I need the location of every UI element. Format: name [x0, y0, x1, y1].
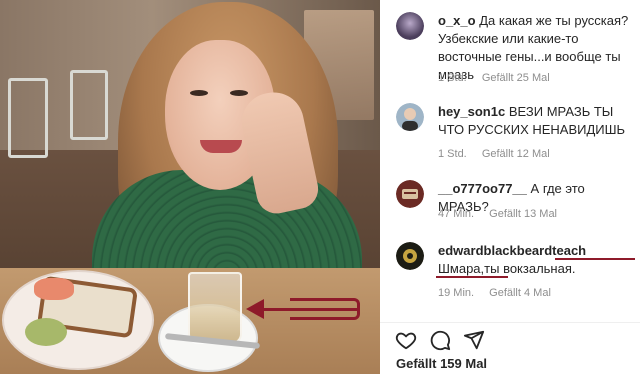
comment-meta: 19 Min. Gefällt 4 Mal [438, 287, 563, 299]
annotation-underline [436, 276, 508, 278]
comment-body: edwardblackbeardteach Шмара,ты вокзальна… [438, 242, 634, 278]
comment-body: hey_son1c ВЕЗИ МРАЗЬ ТЫ ЧТО РУССКИХ НЕНА… [438, 103, 634, 139]
annotation-arrow-line [262, 308, 357, 311]
comment-time[interactable]: 1 Std. [438, 72, 467, 84]
comment-meta: 1 Std. Gefällt 25 Mal [438, 72, 562, 84]
photo-salmon [34, 278, 74, 300]
comment-time[interactable]: 1 Std. [438, 148, 467, 160]
avatar[interactable] [396, 103, 424, 131]
likes-count[interactable]: Gefällt 159 Mal [396, 356, 487, 371]
photo-eye [230, 90, 248, 96]
avatar[interactable] [396, 180, 424, 208]
photo-eye [190, 90, 208, 96]
comment-likes[interactable]: Gefällt 4 Mal [489, 287, 551, 299]
photo-chair [8, 78, 48, 158]
comment-icon[interactable] [429, 329, 451, 351]
comment-likes[interactable]: Gefällt 25 Mal [482, 72, 550, 84]
comment-likes[interactable]: Gefällt 13 Mal [489, 208, 557, 220]
annotation-arrow-head [246, 299, 264, 319]
comment-meta: 47 Min. Gefällt 13 Mal [438, 208, 569, 220]
photo-avocado [25, 318, 67, 346]
comment-username[interactable]: o_x_o [438, 13, 476, 28]
share-icon[interactable] [463, 329, 485, 351]
annotation-underline [555, 258, 635, 260]
comment-username[interactable]: hey_son1c [438, 104, 505, 119]
post-actions-bar: Gefällt 159 Mal [380, 322, 640, 374]
avatar[interactable] [396, 12, 424, 40]
comment-text: Шмара,ты вокзальная. [438, 261, 576, 276]
comment-meta: 1 Std. Gefällt 12 Mal [438, 148, 562, 160]
heart-icon[interactable] [395, 329, 417, 351]
avatar[interactable] [396, 242, 424, 270]
comment-time[interactable]: 47 Min. [438, 208, 474, 220]
comment-username[interactable]: edwardblackbeardteach [438, 243, 586, 258]
photo-glass [188, 272, 242, 344]
photo-smile [200, 140, 242, 153]
comment-time[interactable]: 19 Min. [438, 287, 474, 299]
comments-panel[interactable]: o_x_o Да какая же ты русская? Узбекские … [380, 0, 640, 322]
post-photo[interactable] [0, 0, 380, 374]
photo-chair [70, 70, 108, 140]
comment-username[interactable]: __o777oo77__ [438, 181, 527, 196]
comment-likes[interactable]: Gefällt 12 Mal [482, 148, 550, 160]
